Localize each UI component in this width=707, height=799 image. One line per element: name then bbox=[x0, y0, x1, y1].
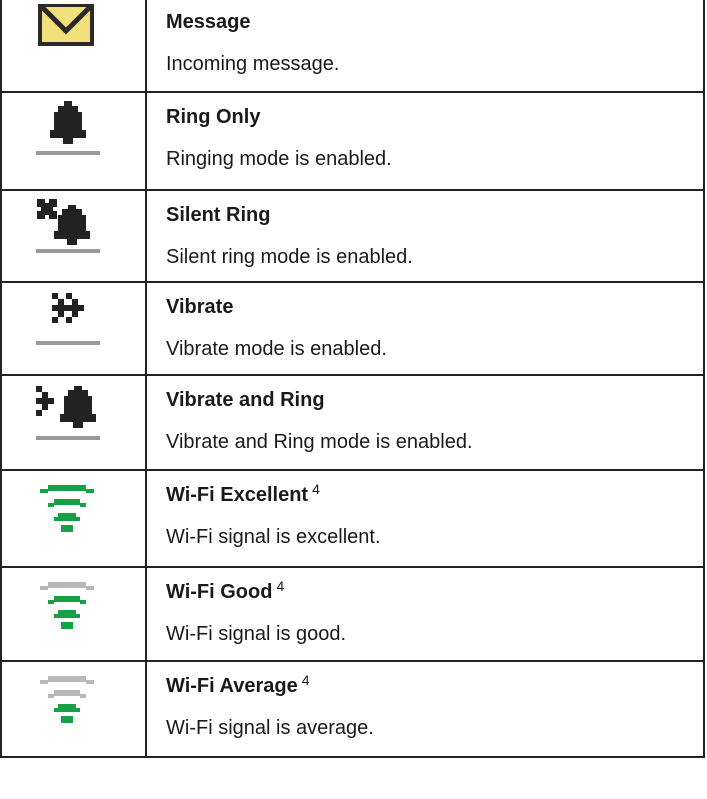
text-cell: Wi-Fi Average 4 Wi-Fi signal is average. bbox=[147, 662, 703, 756]
footnote-marker: 4 bbox=[312, 481, 320, 497]
table-row: Silent Ring Silent ring mode is enabled. bbox=[2, 189, 703, 281]
icon-cell bbox=[2, 471, 147, 566]
row-title: Silent Ring bbox=[166, 204, 271, 226]
icon-cell bbox=[2, 93, 147, 189]
row-description: Vibrate and Ring mode is enabled. bbox=[166, 431, 473, 453]
icon-cell bbox=[2, 662, 147, 756]
vibrate-bell-icon bbox=[36, 386, 100, 440]
text-cell: Wi-Fi Excellent 4 Wi-Fi signal is excelle… bbox=[147, 471, 703, 566]
icon-cell bbox=[2, 0, 147, 91]
row-description: Ringing mode is enabled. bbox=[166, 148, 392, 170]
text-cell: Wi-Fi Good 4 Wi-Fi signal is good. bbox=[147, 568, 703, 660]
status-icon-table: Message Incoming message. Ring Only Ring… bbox=[0, 0, 705, 758]
row-title: Vibrate bbox=[166, 296, 234, 318]
vibrate-icon bbox=[36, 293, 100, 345]
table-row: Vibrate and Ring Vibrate and Ring mode i… bbox=[2, 374, 703, 469]
wifi-average-icon bbox=[40, 676, 94, 723]
table-row: Message Incoming message. bbox=[2, 0, 703, 91]
wifi-excellent-icon bbox=[40, 485, 94, 532]
row-description: Vibrate mode is enabled. bbox=[166, 338, 387, 360]
footnote-marker: 4 bbox=[301, 672, 310, 688]
icon-cell bbox=[2, 376, 147, 469]
bell-icon bbox=[36, 101, 100, 155]
text-cell: Ring Only Ringing mode is enabled. bbox=[147, 93, 703, 189]
row-title: Message bbox=[166, 11, 251, 33]
row-title: Vibrate and Ring bbox=[166, 389, 325, 411]
row-description: Incoming message. bbox=[166, 53, 340, 75]
icon-cell bbox=[2, 568, 147, 660]
footnote-marker: 4 bbox=[276, 578, 285, 594]
icon-cell bbox=[2, 283, 147, 374]
row-title: Wi-Fi Average 4 bbox=[166, 672, 310, 697]
table-row: Vibrate Vibrate mode is enabled. bbox=[2, 281, 703, 374]
table-row: Wi-Fi Good 4 Wi-Fi signal is good. bbox=[2, 566, 703, 660]
text-cell: Message Incoming message. bbox=[147, 0, 703, 91]
row-description: Silent ring mode is enabled. bbox=[166, 246, 413, 268]
envelope-icon bbox=[38, 4, 94, 46]
row-description: Wi-Fi signal is good. bbox=[166, 623, 347, 645]
table-row: Wi-Fi Excellent 4 Wi-Fi signal is excelle… bbox=[2, 469, 703, 566]
wifi-good-icon bbox=[40, 582, 94, 629]
text-cell: Vibrate Vibrate mode is enabled. bbox=[147, 283, 703, 374]
row-title: Wi-Fi Good 4 bbox=[166, 578, 285, 603]
silent-bell-icon bbox=[36, 199, 100, 253]
text-cell: Vibrate and Ring Vibrate and Ring mode i… bbox=[147, 376, 703, 469]
row-title: Wi-Fi Excellent 4 bbox=[166, 481, 320, 506]
text-cell: Silent Ring Silent ring mode is enabled. bbox=[147, 191, 703, 281]
row-title: Ring Only bbox=[166, 106, 261, 128]
row-description: Wi-Fi signal is average. bbox=[166, 717, 374, 739]
icon-cell bbox=[2, 191, 147, 281]
row-description: Wi-Fi signal is excellent. bbox=[166, 526, 381, 548]
table-row: Ring Only Ringing mode is enabled. bbox=[2, 91, 703, 189]
table-row: Wi-Fi Average 4 Wi-Fi signal is average. bbox=[2, 660, 703, 756]
